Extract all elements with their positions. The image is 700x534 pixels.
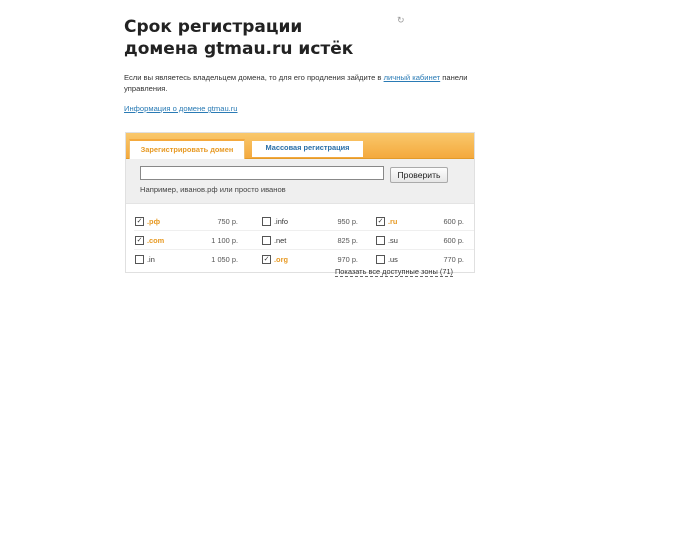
zone-price: 1 100 р. <box>211 236 238 245</box>
row-divider <box>134 249 474 250</box>
zone-name: .ru <box>388 217 398 226</box>
zone-item[interactable]: ✓ .рф 750 р. <box>135 215 238 228</box>
page-title: Срок регистрации домена gtmau.ru истёк <box>124 17 354 59</box>
domain-registration-widget: Зарегистрировать домен Массовая регистра… <box>125 132 475 273</box>
zone-item[interactable]: ✓ .com 1 100 р. <box>135 234 238 247</box>
search-area: Проверить Например, иванов.рф или просто… <box>126 159 474 204</box>
zone-checkbox[interactable]: ✓ <box>135 236 144 245</box>
search-hint: Например, иванов.рф или просто иванов <box>140 185 286 194</box>
zone-price: 1 050 р. <box>211 255 238 264</box>
zone-price: 600 р. <box>443 217 464 226</box>
zone-checkbox[interactable] <box>262 236 271 245</box>
zone-checkbox[interactable] <box>376 236 385 245</box>
zone-price: 825 р. <box>337 236 358 245</box>
zone-name: .org <box>274 255 288 264</box>
check-button[interactable]: Проверить <box>390 167 448 183</box>
zone-item[interactable]: .in 1 050 р. <box>135 253 238 266</box>
zone-name: .рф <box>147 217 161 226</box>
zone-item[interactable]: .info 950 р. <box>262 215 358 228</box>
zone-checkbox[interactable]: ✓ <box>376 217 385 226</box>
zone-item[interactable]: .su 600 р. <box>376 234 464 247</box>
zone-name: .info <box>274 217 288 226</box>
zone-item[interactable]: .us 770 р. <box>376 253 464 266</box>
personal-cabinet-link[interactable]: личный кабинет <box>384 73 441 82</box>
zone-name: .net <box>274 236 287 245</box>
tab-register-domain[interactable]: Зарегистрировать домен <box>129 139 245 159</box>
zone-checkbox[interactable] <box>376 255 385 264</box>
zone-checkbox[interactable]: ✓ <box>262 255 271 264</box>
zone-price: 770 р. <box>443 255 464 264</box>
zone-name: .com <box>147 236 165 245</box>
zone-item[interactable]: ✓ .ru 600 р. <box>376 215 464 228</box>
zone-price: 950 р. <box>337 217 358 226</box>
zone-checkbox[interactable] <box>262 217 271 226</box>
zone-checkbox[interactable] <box>135 255 144 264</box>
show-all-zones-link[interactable]: Показать все доступные зоны (71) <box>335 267 454 277</box>
tab-bar: Зарегистрировать домен Массовая регистра… <box>126 133 474 159</box>
zone-price: 970 р. <box>337 255 358 264</box>
zone-list: ✓ .рф 750 р. .info 950 р. ✓ .ru 600 р. ✓ .com 1 10… <box>126 212 474 272</box>
description: Если вы являетесь владельцем домена, то … <box>124 72 474 94</box>
row-divider <box>134 230 474 231</box>
zone-item[interactable]: .net 825 р. <box>262 234 358 247</box>
zone-name: .in <box>147 255 155 264</box>
zone-price: 600 р. <box>443 236 464 245</box>
zone-item[interactable]: ✓ .org 970 р. <box>262 253 358 266</box>
zone-price: 750 р. <box>217 217 238 226</box>
zone-name: .su <box>388 236 398 245</box>
reload-icon[interactable]: ↻ <box>397 16 406 25</box>
zone-name: .us <box>388 255 398 264</box>
tab-bulk-registration[interactable]: Массовая регистрация <box>252 141 363 157</box>
zone-checkbox[interactable]: ✓ <box>135 217 144 226</box>
domain-search-input[interactable] <box>140 166 384 180</box>
main-content: ↻ Срок регистрации домена gtmau.ru истёк… <box>124 16 474 116</box>
description-text-1: Если вы являетесь владельцем домена, то … <box>124 73 384 82</box>
domain-info-link[interactable]: Информация о домене gtmau.ru <box>124 104 238 113</box>
